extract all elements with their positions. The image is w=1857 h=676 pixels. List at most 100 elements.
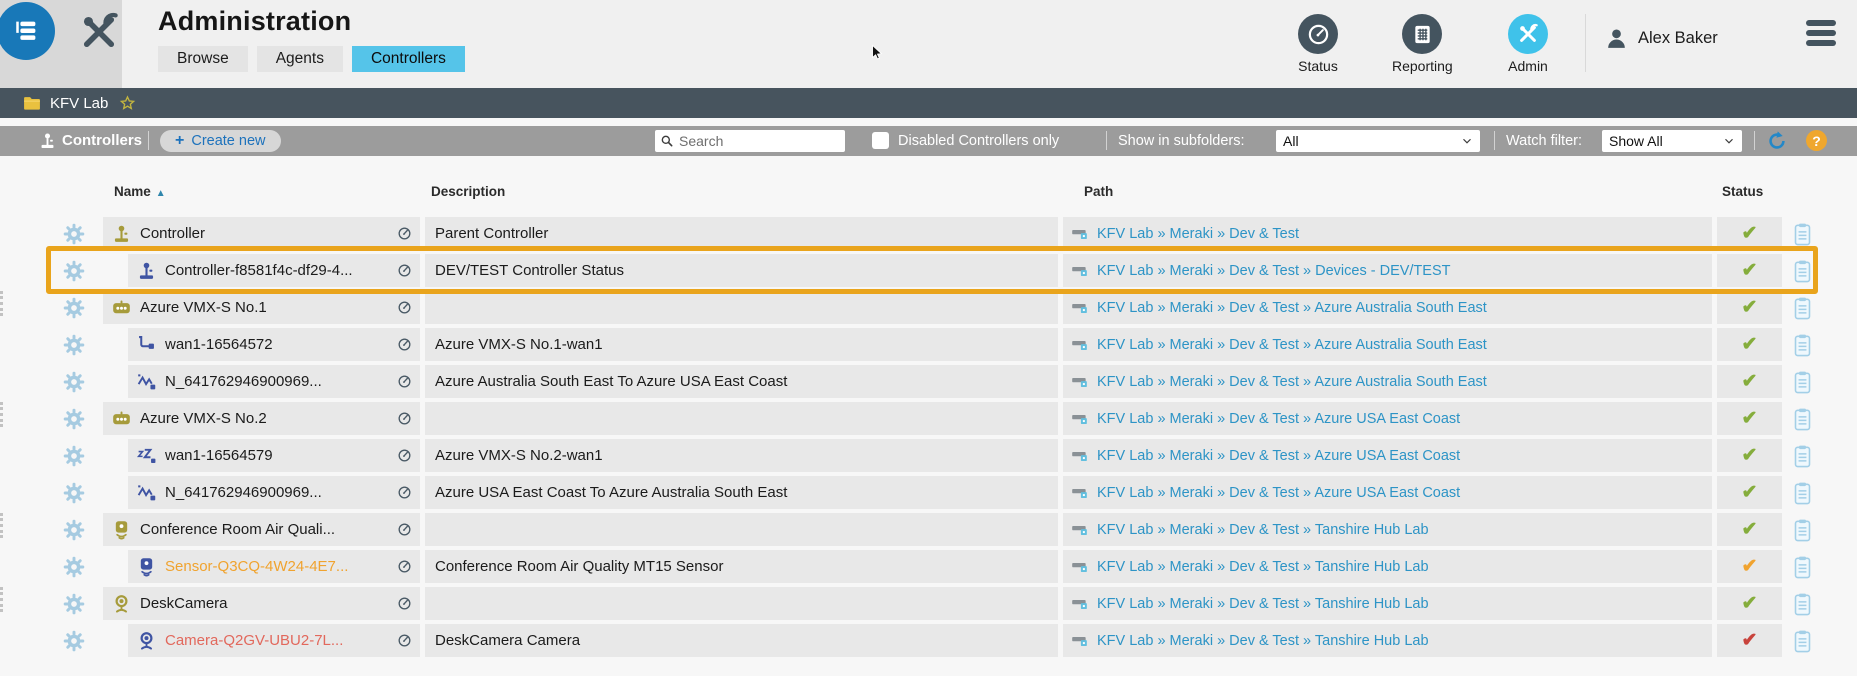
description-cell: Parent Controller xyxy=(425,217,1058,250)
status-check-icon: ✔ xyxy=(1741,297,1758,318)
clipboard-icon[interactable] xyxy=(1792,555,1813,580)
name-cell[interactable]: Controller-f8581f4c-df29-4... xyxy=(128,254,420,287)
clipboard-icon[interactable] xyxy=(1792,592,1813,617)
clipboard-icon[interactable] xyxy=(1792,370,1813,395)
gear-icon[interactable] xyxy=(63,445,85,467)
path-link[interactable]: KFV Lab » Meraki » Dev & Test » Tanshire… xyxy=(1097,596,1429,612)
table-row[interactable]: Controller Parent Controller KFV Lab » M… xyxy=(0,217,1857,250)
gear-icon[interactable] xyxy=(63,297,85,319)
table-row[interactable]: N_641762946900969... Azure USA East Coas… xyxy=(0,476,1857,509)
gear-icon[interactable] xyxy=(63,630,85,652)
path-cell: KFV Lab » Meraki » Dev & Test » Tanshire… xyxy=(1063,624,1712,657)
name-cell[interactable]: Camera-Q2GV-UBU2-7L... xyxy=(128,624,420,657)
gear-icon[interactable] xyxy=(63,556,85,578)
status-check-icon: ✔ xyxy=(1741,593,1758,614)
status-cell: ✔ xyxy=(1717,402,1782,435)
description-cell xyxy=(425,513,1058,546)
name-cell[interactable]: DeskCamera xyxy=(103,587,420,620)
row-name: Camera-Q2GV-UBU2-7L... xyxy=(165,632,344,649)
gear-icon[interactable] xyxy=(63,519,85,541)
table-row[interactable]: Azure VMX-S No.2 KFV Lab » Meraki » Dev … xyxy=(0,402,1857,435)
table-row[interactable]: Controller-f8581f4c-df29-4... DEV/TEST C… xyxy=(0,254,1857,287)
status-check-icon: ✔ xyxy=(1741,556,1758,577)
drag-handle-icon[interactable] xyxy=(0,587,3,612)
path-cell: KFV Lab » Meraki » Dev & Test » Tanshire… xyxy=(1063,550,1712,583)
name-cell[interactable]: wan1-16564572 xyxy=(128,328,420,361)
path-cell: KFV Lab » Meraki » Dev & Test xyxy=(1063,217,1712,250)
gear-icon[interactable] xyxy=(63,260,85,282)
path-link[interactable]: KFV Lab » Meraki » Dev & Test » Tanshire… xyxy=(1097,559,1429,575)
status-check-icon: ✔ xyxy=(1741,408,1758,429)
gear-icon[interactable] xyxy=(63,408,85,430)
name-cell[interactable]: Azure VMX-S No.2 xyxy=(103,402,420,435)
table-row[interactable]: Sensor-Q3CQ-4W24-4E7... Conference Room … xyxy=(0,550,1857,583)
path-cell: KFV Lab » Meraki » Dev & Test » Azure Au… xyxy=(1063,365,1712,398)
table-row[interactable]: Azure VMX-S No.1 KFV Lab » Meraki » Dev … xyxy=(0,291,1857,324)
gear-icon[interactable] xyxy=(63,371,85,393)
path-link[interactable]: KFV Lab » Meraki » Dev & Test » Devices … xyxy=(1097,263,1451,279)
path-chip-icon xyxy=(1071,409,1090,428)
clipboard-icon[interactable] xyxy=(1792,296,1813,321)
clipboard-icon[interactable] xyxy=(1792,518,1813,543)
gauge-badge-icon xyxy=(396,521,413,538)
row-name: Controller xyxy=(140,225,206,242)
drag-handle-icon[interactable] xyxy=(0,513,3,538)
gear-icon[interactable] xyxy=(63,593,85,615)
robot-icon xyxy=(111,297,132,318)
status-check-icon: ✔ xyxy=(1741,260,1758,281)
wave-icon xyxy=(136,482,157,503)
path-chip-icon xyxy=(1071,446,1090,465)
name-cell[interactable]: Sensor-Q3CQ-4W24-4E7... xyxy=(128,550,420,583)
name-cell[interactable]: wan1-16564579 xyxy=(128,439,420,472)
status-check-icon: ✔ xyxy=(1741,334,1758,355)
path-link[interactable]: KFV Lab » Meraki » Dev & Test » Tanshire… xyxy=(1097,522,1429,538)
row-name: wan1-16564572 xyxy=(165,336,273,353)
table-row[interactable]: Conference Room Air Quali... KFV Lab » M… xyxy=(0,513,1857,546)
gear-icon[interactable] xyxy=(63,223,85,245)
path-chip-icon xyxy=(1071,224,1090,243)
path-link[interactable]: KFV Lab » Meraki » Dev & Test » Azure US… xyxy=(1097,485,1460,501)
gauge-badge-icon xyxy=(396,262,413,279)
gauge-badge-icon xyxy=(396,558,413,575)
path-link[interactable]: KFV Lab » Meraki » Dev & Test » Tanshire… xyxy=(1097,633,1429,649)
table-row[interactable]: wan1-16564572 Azure VMX-S No.1-wan1 KFV … xyxy=(0,328,1857,361)
gauge-badge-icon xyxy=(396,595,413,612)
name-cell[interactable]: N_641762946900969... xyxy=(128,365,420,398)
gear-icon[interactable] xyxy=(63,334,85,356)
clipboard-icon[interactable] xyxy=(1792,444,1813,469)
table-row[interactable]: DeskCamera KFV Lab » Meraki » Dev & Test… xyxy=(0,587,1857,620)
path-link[interactable]: KFV Lab » Meraki » Dev & Test xyxy=(1097,226,1299,242)
path-link[interactable]: KFV Lab » Meraki » Dev & Test » Azure Au… xyxy=(1097,300,1487,316)
gear-icon[interactable] xyxy=(63,482,85,504)
path-chip-icon xyxy=(1071,520,1090,539)
row-name: Azure VMX-S No.1 xyxy=(140,299,267,316)
clipboard-icon[interactable] xyxy=(1792,333,1813,358)
table-row[interactable]: Camera-Q2GV-UBU2-7L... DeskCamera Camera… xyxy=(0,624,1857,657)
path-chip-icon xyxy=(1071,261,1090,280)
name-cell[interactable]: Conference Room Air Quali... xyxy=(103,513,420,546)
clipboard-icon[interactable] xyxy=(1792,629,1813,654)
name-cell[interactable]: Azure VMX-S No.1 xyxy=(103,291,420,324)
status-check-icon: ✔ xyxy=(1741,371,1758,392)
gauge-badge-icon xyxy=(396,336,413,353)
clipboard-icon[interactable] xyxy=(1792,222,1813,247)
name-cell[interactable]: Controller xyxy=(103,217,420,250)
drag-handle-icon[interactable] xyxy=(0,291,3,316)
path-link[interactable]: KFV Lab » Meraki » Dev & Test » Azure Au… xyxy=(1097,374,1487,390)
name-cell[interactable]: N_641762946900969... xyxy=(128,476,420,509)
status-check-icon: ✔ xyxy=(1741,223,1758,244)
table-row[interactable]: N_641762946900969... Azure Australia Sou… xyxy=(0,365,1857,398)
description-cell: Azure VMX-S No.1-wan1 xyxy=(425,328,1058,361)
table-row[interactable]: wan1-16564579 Azure VMX-S No.2-wan1 KFV … xyxy=(0,439,1857,472)
clipboard-icon[interactable] xyxy=(1792,481,1813,506)
path-link[interactable]: KFV Lab » Meraki » Dev & Test » Azure US… xyxy=(1097,448,1460,464)
clipboard-icon[interactable] xyxy=(1792,259,1813,284)
clipboard-icon[interactable] xyxy=(1792,407,1813,432)
status-cell: ✔ xyxy=(1717,624,1782,657)
path-cell: KFV Lab » Meraki » Dev & Test » Azure Au… xyxy=(1063,328,1712,361)
path-link[interactable]: KFV Lab » Meraki » Dev & Test » Azure Au… xyxy=(1097,337,1487,353)
path-chip-icon xyxy=(1071,335,1090,354)
path-link[interactable]: KFV Lab » Meraki » Dev & Test » Azure US… xyxy=(1097,411,1460,427)
joystick-icon xyxy=(136,260,157,281)
drag-handle-icon[interactable] xyxy=(0,402,3,427)
